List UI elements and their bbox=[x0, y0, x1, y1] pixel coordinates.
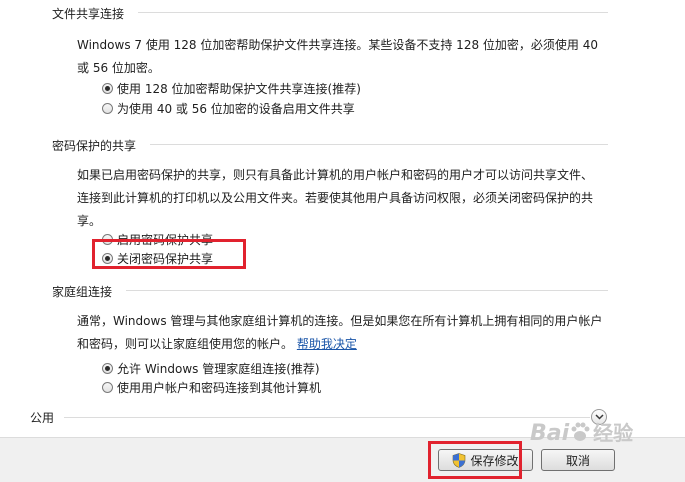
radio-use-account-password[interactable]: 使用用户帐户和密码连接到其他计算机 bbox=[102, 379, 321, 396]
description-line: 享。 bbox=[77, 214, 102, 228]
radio-button[interactable] bbox=[102, 382, 113, 393]
highlight-box-save-button bbox=[428, 441, 522, 479]
radio-128-bit[interactable]: 使用 128 位加密帮助保护文件共享连接(推荐) bbox=[102, 80, 361, 97]
homegroup-description: 通常，Windows 管理与其他家庭组计算机的连接。但是如果您在所有计算机上拥有… bbox=[77, 310, 617, 356]
password-sharing-description: 如果已启用密码保护的共享，则只有具备此计算机的用户帐户和密码的用户才可以访问共享… bbox=[77, 164, 617, 233]
paw-icon bbox=[571, 422, 590, 441]
radio-40-56-bit[interactable]: 为使用 40 或 56 位加密的设备启用文件共享 bbox=[102, 100, 355, 117]
cancel-button-label: 取消 bbox=[565, 453, 590, 468]
description-line: 如果已启用密码保护的共享，则只有具备此计算机的用户帐户和密码的用户才可以访问共享… bbox=[77, 168, 594, 182]
help-me-decide-link[interactable]: 帮助我决定 bbox=[297, 337, 357, 351]
highlight-box-password-option bbox=[92, 239, 246, 269]
description-text: 和密码，则可以让家庭组使用您的帐户。 bbox=[77, 337, 294, 351]
section-divider bbox=[150, 144, 608, 145]
description-line: Windows 7 使用 128 位加密帮助保护文件共享连接。某些设备不支持 1… bbox=[77, 38, 598, 52]
radio-label: 为使用 40 或 56 位加密的设备启用文件共享 bbox=[117, 102, 355, 116]
file-sharing-description: Windows 7 使用 128 位加密帮助保护文件共享连接。某些设备不支持 1… bbox=[77, 34, 617, 80]
radio-button-checked[interactable] bbox=[102, 363, 113, 374]
file-sharing-title: 文件共享连接 bbox=[52, 7, 125, 21]
description-line-with-link: 和密码，则可以让家庭组使用您的帐户。 帮助我决定 bbox=[77, 333, 617, 356]
section-divider bbox=[64, 417, 590, 418]
homegroup-title: 家庭组连接 bbox=[52, 285, 113, 299]
radio-button[interactable] bbox=[102, 103, 113, 114]
radio-windows-manage-homegroup[interactable]: 允许 Windows 管理家庭组连接(推荐) bbox=[102, 360, 320, 377]
watermark-suffix-text: 经验 bbox=[593, 421, 634, 445]
section-divider bbox=[138, 12, 608, 13]
section-divider bbox=[126, 290, 608, 291]
radio-label: 使用用户帐户和密码连接到其他计算机 bbox=[117, 381, 322, 395]
baidu-brand-watermark: Bai 经验 bbox=[530, 417, 633, 446]
radio-button-checked[interactable] bbox=[102, 83, 113, 94]
description-line: 或 56 位加密。 bbox=[77, 61, 160, 75]
description-line: 连接到此计算机的打印机以及公用文件夹。若要使其他用户具备访问权限，必须关闭密码保… bbox=[77, 191, 594, 205]
radio-label: 使用 128 位加密帮助保护文件共享连接(推荐) bbox=[117, 82, 361, 96]
description-line: 通常，Windows 管理与其他家庭组计算机的连接。但是如果您在所有计算机上拥有… bbox=[77, 314, 603, 328]
password-sharing-title: 密码保护的共享 bbox=[52, 139, 137, 153]
public-section-title: 公用 bbox=[30, 411, 55, 425]
watermark-brand-text: Bai bbox=[530, 421, 570, 446]
radio-label: 允许 Windows 管理家庭组连接(推荐) bbox=[117, 362, 320, 376]
cancel-button[interactable]: 取消 bbox=[541, 449, 615, 471]
